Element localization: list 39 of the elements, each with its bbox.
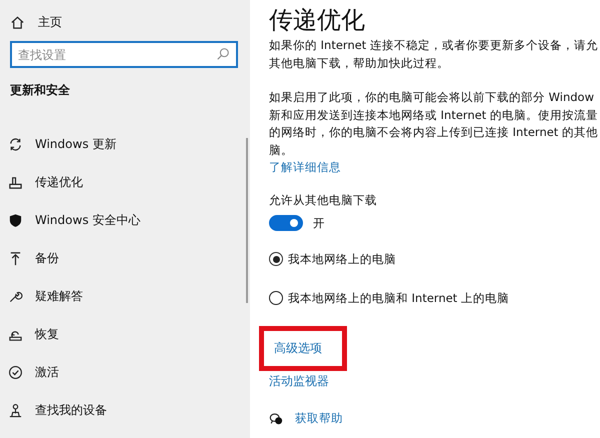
- check-circle-icon: [8, 364, 23, 380]
- shield-icon: [8, 212, 23, 228]
- radio-button[interactable]: [269, 291, 283, 305]
- description-line: 新和应用发送到连接本地网络或 Internet 的电脑。使用按流量: [269, 106, 599, 124]
- sidebar-item[interactable]: Windows 安全中心: [0, 201, 250, 239]
- person-pin-icon: [8, 402, 23, 418]
- radio-button[interactable]: [269, 252, 283, 266]
- search-icon: [216, 47, 230, 61]
- section-heading: 更新和安全: [10, 82, 71, 99]
- home-item[interactable]: 主页: [10, 13, 62, 31]
- search-field[interactable]: 查找设置: [10, 41, 238, 68]
- description-line: 如果启用了此项，你的电脑可能会将以前下载的部分 Window: [269, 89, 595, 106]
- settings-link[interactable]: 活动监视器: [259, 373, 339, 390]
- radio-option[interactable]: 我本地网络上的电脑和 Internet 上的电脑: [269, 288, 600, 308]
- page-title: 传递优化: [269, 5, 366, 35]
- sidebar-item[interactable]: 传递优化: [0, 163, 250, 201]
- settings-link[interactable]: 高级选项: [259, 326, 347, 371]
- description-line: 脑。: [269, 142, 294, 158]
- home-icon: [10, 14, 25, 30]
- toggle-switch[interactable]: [269, 215, 303, 231]
- sidebar-item[interactable]: 备份: [0, 239, 250, 277]
- learn-more-link[interactable]: 了解详细信息: [269, 159, 600, 176]
- sidebar-item[interactable]: Windows 更新: [0, 125, 250, 163]
- chat-help-icon: [269, 412, 283, 426]
- sidebar-item[interactable]: 疑难解答: [0, 277, 250, 315]
- sync-icon: [8, 136, 23, 152]
- get-help-link[interactable]: 获取帮助: [295, 410, 343, 427]
- scrollbar[interactable]: [246, 138, 248, 303]
- description-line: 如果你的 Internet 连接不稳定，或者你要更新多个设备，请允: [269, 37, 599, 54]
- toggle-state: 开: [313, 216, 325, 230]
- upload-icon: [8, 250, 23, 266]
- sidebar-item[interactable]: 查找我的设备: [0, 391, 250, 429]
- toggle-label: 允许从其他电脑下载: [269, 192, 378, 209]
- sidebar-item[interactable]: 恢复: [0, 315, 250, 353]
- tray-icon: [8, 174, 23, 190]
- sidebar-item[interactable]: 激活: [0, 353, 250, 391]
- description-line: 其他电脑下载，帮助加快此过程。: [269, 54, 450, 72]
- description-line: 的网络时，你的电脑不会将内容上传到已连接 Internet 的其他: [269, 124, 599, 141]
- radio-option[interactable]: 我本地网络上的电脑: [269, 249, 600, 269]
